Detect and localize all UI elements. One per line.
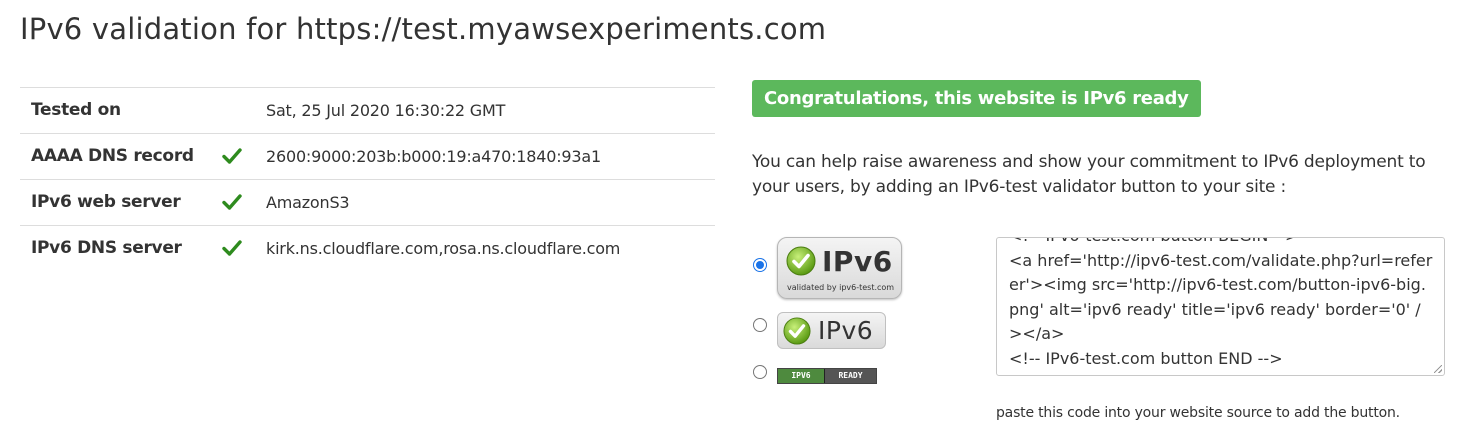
row-value: 2600:9000:203b:b000:19:a470:1840:93a1 <box>266 147 601 166</box>
page-title: IPv6 validation for https://test.myawsex… <box>20 12 827 46</box>
row-value: AmazonS3 <box>266 193 350 212</box>
badge-medium-text: IPv6 <box>818 316 874 345</box>
radio-small-button[interactable] <box>753 365 767 379</box>
promo-text: You can help raise awareness and show yo… <box>752 152 1426 197</box>
radio-medium-button[interactable] <box>753 318 767 332</box>
ipv6-medium-badge[interactable]: IPv6 <box>777 312 886 349</box>
check-icon <box>222 194 242 210</box>
badge-big-subtext: validated by ipv6-test.com <box>787 283 895 292</box>
check-circle-icon <box>786 246 816 276</box>
code-snippet: <!-- IPv6-test.com button BEGIN --> <a h… <box>1009 238 1433 368</box>
success-banner: Congratulations, this website is IPv6 re… <box>752 80 1201 117</box>
badge-small-right: READY <box>825 369 876 383</box>
radio-big-button[interactable] <box>753 258 767 272</box>
results-table: Tested on Sat, 25 Jul 2020 16:30:22 GMT … <box>20 87 715 271</box>
code-textarea[interactable]: <!-- IPv6-test.com button BEGIN --> <a h… <box>996 237 1445 376</box>
row-value: Sat, 25 Jul 2020 16:30:22 GMT <box>266 101 506 120</box>
check-icon <box>222 240 242 256</box>
table-row: IPv6 DNS server kirk.ns.cloudflare.com,r… <box>20 225 715 271</box>
badge-small-left: IPV6 <box>778 369 825 383</box>
ipv6-big-badge[interactable]: IPv6 validated by ipv6-test.com <box>777 237 902 299</box>
check-circle-icon <box>783 317 811 345</box>
row-label: IPv6 web server <box>31 192 181 212</box>
row-value: kirk.ns.cloudflare.com,rosa.ns.cloudflar… <box>266 239 621 258</box>
row-label: Tested on <box>31 100 121 120</box>
check-icon <box>222 148 242 164</box>
table-row: Tested on Sat, 25 Jul 2020 16:30:22 GMT <box>20 87 715 133</box>
ipv6-small-badge[interactable]: IPV6 READY <box>777 368 877 384</box>
table-row: AAAA DNS record 2600:9000:203b:b000:19:a… <box>20 133 715 179</box>
row-label: IPv6 DNS server <box>31 238 182 258</box>
badge-big-text: IPv6 <box>822 245 893 278</box>
row-label: AAAA DNS record <box>31 146 194 166</box>
table-row: IPv6 web server AmazonS3 <box>20 179 715 225</box>
resize-handle-icon[interactable] <box>1434 365 1442 373</box>
help-text: paste this code into your website source… <box>996 405 1400 421</box>
